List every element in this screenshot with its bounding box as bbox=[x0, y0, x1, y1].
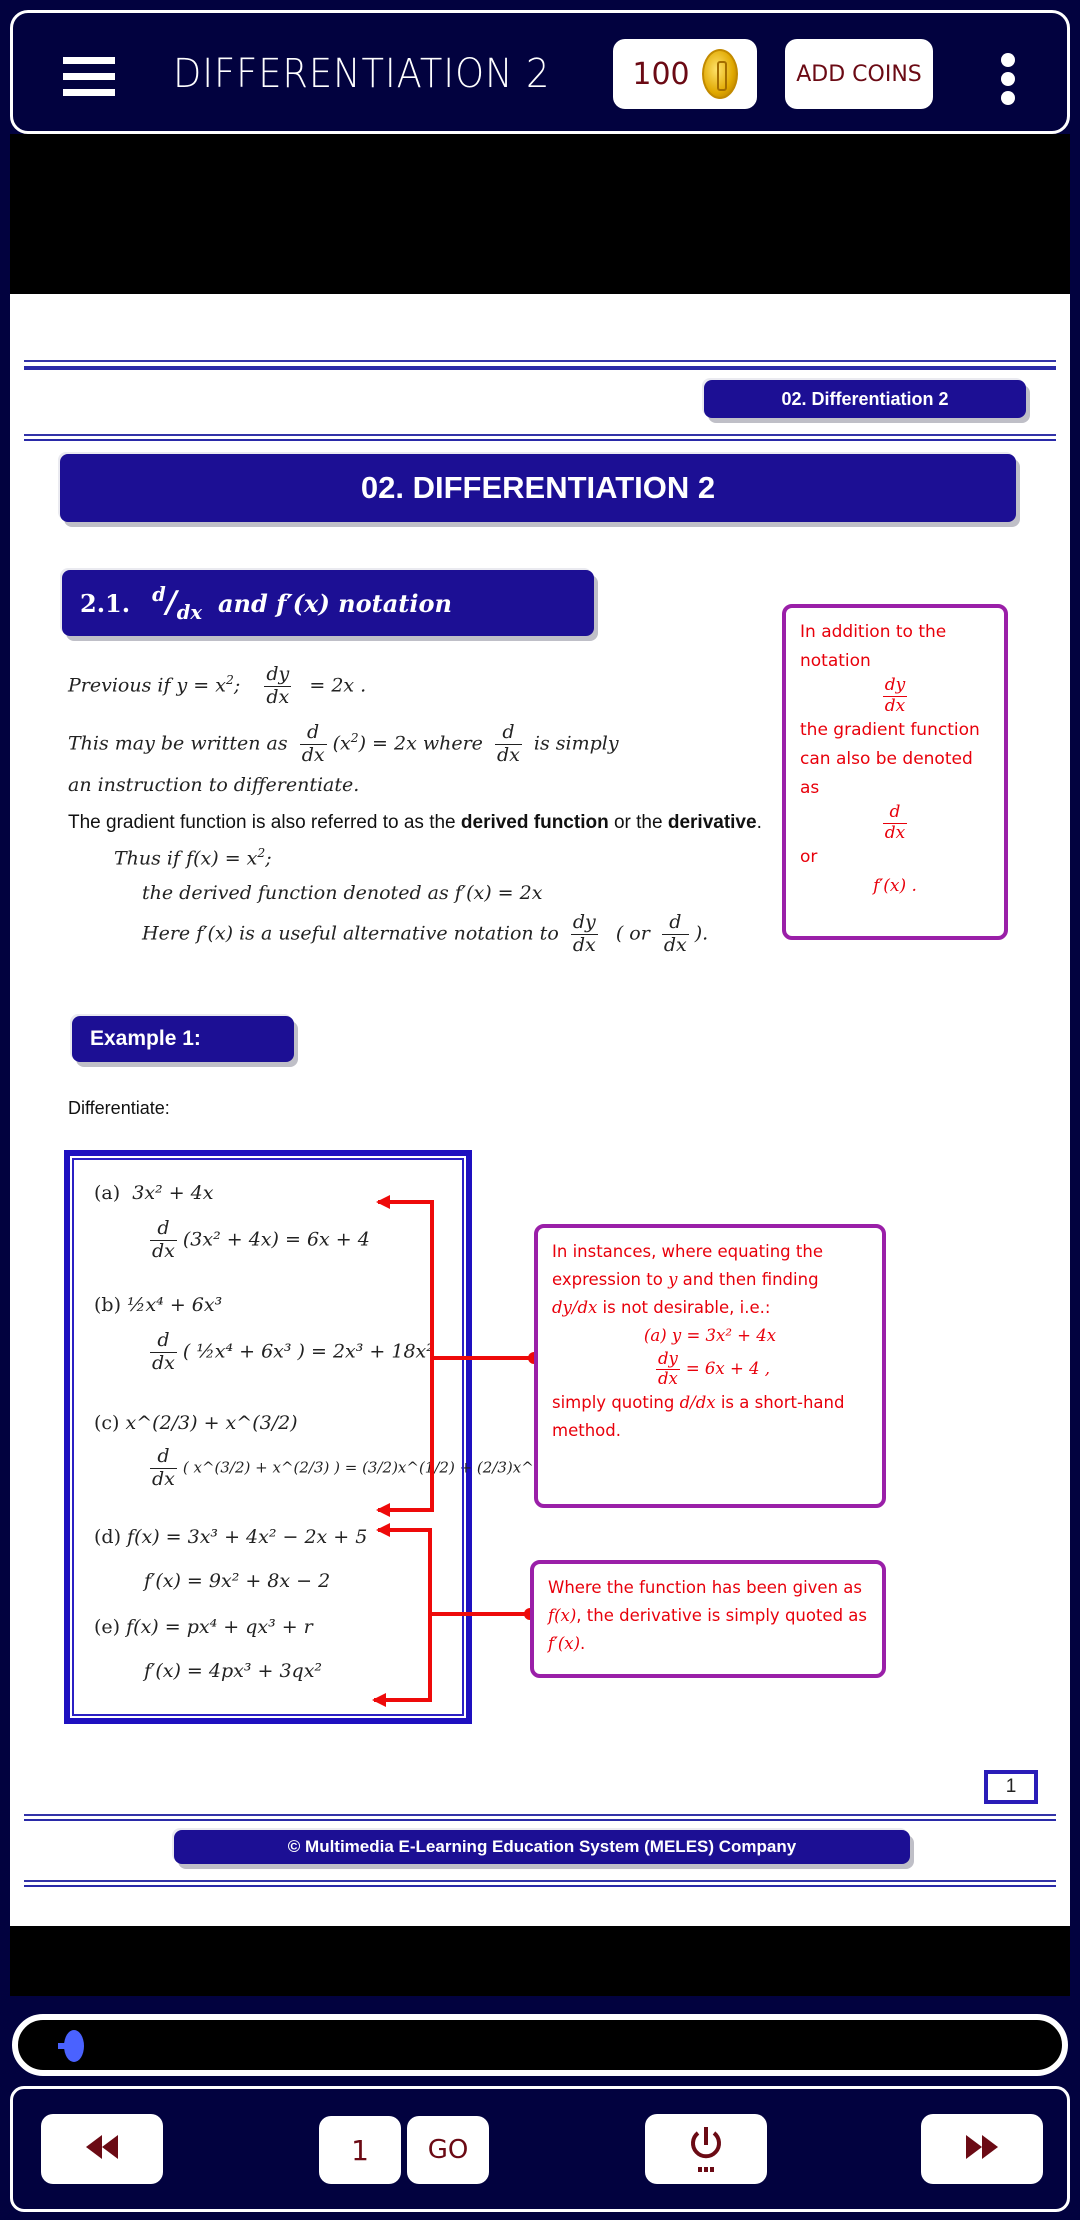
top-app-bar: DIFFERENTIATION 2 100 ADD COINS bbox=[10, 10, 1070, 134]
power-button[interactable] bbox=[645, 2114, 767, 2184]
footer-copyright: © Multimedia E-Learning Education System… bbox=[174, 1830, 910, 1864]
line-gradient-function: The gradient function is also referred t… bbox=[68, 812, 762, 833]
page-title: 02. DIFFERENTIATION 2 bbox=[60, 454, 1016, 522]
coin-balance-button[interactable]: 100 bbox=[613, 39, 757, 109]
document-page[interactable]: 02. Differentiation 2 02. DIFFERENTIATIO… bbox=[10, 294, 1070, 1926]
instruction-text: Differentiate: bbox=[68, 1098, 170, 1118]
ad-banner-area bbox=[10, 134, 1070, 294]
page-number-input[interactable]: 1 bbox=[319, 2116, 401, 2184]
example-heading: Example 1: bbox=[72, 1016, 294, 1062]
example-c-answer: d dx( x^(3/2) + x^(2/3) ) = (3/2)x^(1/2) … bbox=[150, 1445, 583, 1490]
slider-thumb[interactable] bbox=[58, 2030, 84, 2062]
note-fprime: Where the function has been given as f(x… bbox=[530, 1560, 886, 1678]
next-page-button[interactable] bbox=[921, 2114, 1043, 2184]
divider bbox=[24, 1814, 1056, 1821]
example-e-answer: f′(x) = 4px³ + 3qx² bbox=[144, 1660, 323, 1682]
line-written-as: This may be written as d dx (x2) = 2x wher… bbox=[68, 721, 619, 766]
bottom-nav-bar: 1 GO bbox=[10, 2086, 1070, 2212]
section-heading: 2.1. d/dx and f′(x) notation bbox=[62, 570, 594, 636]
page-number: 1 bbox=[984, 1770, 1038, 1804]
line-thus: Thus if f(x) = x2; bbox=[114, 846, 272, 870]
hamburger-icon[interactable] bbox=[63, 57, 115, 97]
section-number: 2.1. bbox=[80, 588, 131, 618]
divider bbox=[24, 360, 1056, 370]
fast-forward-icon bbox=[966, 2133, 998, 2166]
example-e-question: (e) f(x) = px⁴ + qx³ + r bbox=[94, 1616, 313, 1638]
go-button[interactable]: GO bbox=[407, 2116, 489, 2184]
note-shorthand: In instances, where equating the express… bbox=[534, 1224, 886, 1508]
coin-icon bbox=[701, 49, 738, 99]
line-alternative-notation: Here f′(x) is a useful alternative notat… bbox=[142, 911, 709, 956]
power-icon bbox=[691, 2127, 721, 2172]
page-progress-slider[interactable] bbox=[12, 2014, 1068, 2076]
example-a-answer: d dx (3x² + 4x) = 6x + 4 bbox=[150, 1217, 370, 1262]
app-title: DIFFERENTIATION 2 bbox=[173, 51, 551, 97]
example-a-question: (a) 3x² + 4x bbox=[94, 1182, 214, 1204]
section-d-dx: d/dx bbox=[152, 582, 202, 624]
note-notation: In addition to the notation dy dx the gra… bbox=[782, 604, 1008, 940]
example-b-answer: d dx( ½x⁴ + 6x³ ) = 2x³ + 18x² bbox=[150, 1329, 434, 1374]
example-c-question: (c) x^(2/3) + x^(3/2) bbox=[94, 1412, 298, 1434]
example-box: (a) 3x² + 4x d dx (3x² + 4x) = 6x + 4 (b) … bbox=[64, 1150, 582, 1724]
line-previous: Previous if y = x2; dy dx = 2x . bbox=[68, 663, 367, 708]
kebab-menu-icon[interactable] bbox=[998, 53, 1018, 113]
example-d-answer: f′(x) = 9x² + 8x − 2 bbox=[144, 1570, 331, 1592]
line-instruction: an instruction to differentiate. bbox=[68, 774, 360, 796]
coin-count: 100 bbox=[632, 56, 690, 92]
bottom-spacer bbox=[10, 1926, 1070, 1996]
example-d-question: (d) f(x) = 3x³ + 4x² − 2x + 5 bbox=[94, 1526, 368, 1548]
line-derived-function: the derived function denoted as f′(x) = … bbox=[142, 882, 543, 904]
section-title-rest: and f′(x) notation bbox=[217, 588, 452, 618]
rewind-icon bbox=[86, 2133, 118, 2166]
add-coins-button[interactable]: ADD COINS bbox=[785, 39, 933, 109]
example-b-question: (b) ½x⁴ + 6x³ bbox=[94, 1294, 223, 1316]
previous-page-button[interactable] bbox=[41, 2114, 163, 2184]
divider bbox=[24, 1880, 1056, 1887]
breadcrumb: 02. Differentiation 2 bbox=[704, 380, 1026, 418]
divider bbox=[24, 434, 1056, 441]
